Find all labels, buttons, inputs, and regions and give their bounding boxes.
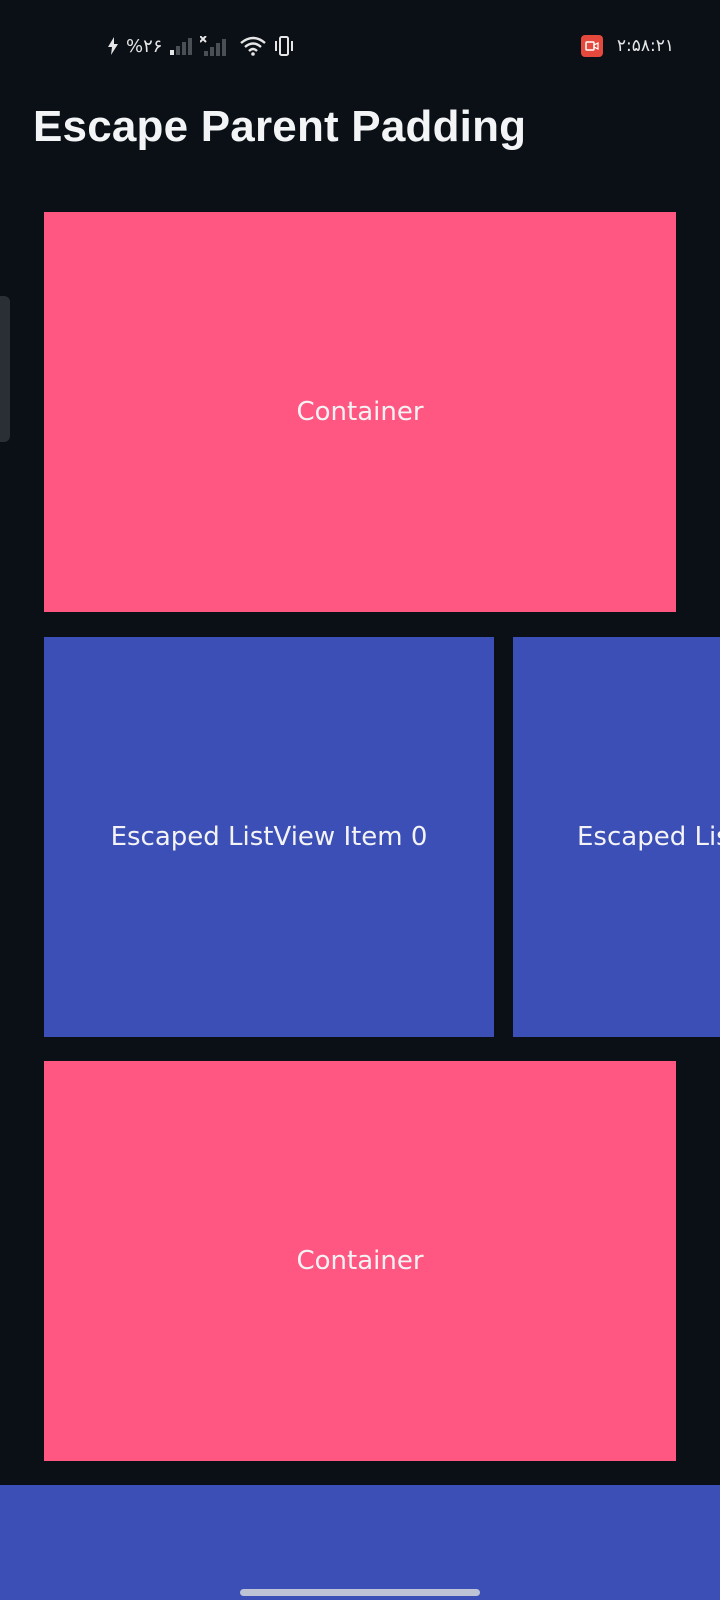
vibrate-icon — [274, 36, 294, 56]
container-top-label: Container — [296, 397, 424, 427]
list-item-0-label: Escaped ListView Item 0 — [110, 822, 428, 852]
signal-no-service-icon — [200, 36, 227, 56]
edge-panel-handle[interactable] — [0, 296, 10, 442]
charging-icon — [108, 37, 118, 55]
wifi-icon — [240, 36, 267, 56]
container-bottom-label: Container — [296, 1246, 424, 1276]
container-top: Container — [44, 212, 676, 612]
app-screen: %۲۶ ۲:۵۸:۲۱ Escape Parent Padding Contai… — [0, 0, 720, 1600]
screen-record-icon[interactable] — [580, 35, 603, 57]
page-title: Escape Parent Padding — [33, 102, 527, 151]
next-list-row[interactable] — [0, 1485, 720, 1600]
status-time: ۲:۵۸:۲۱ — [616, 36, 674, 56]
status-bar: %۲۶ ۲:۵۸:۲۱ — [0, 0, 720, 92]
status-left: %۲۶ — [108, 34, 294, 58]
list-item-0[interactable]: Escaped ListView Item 0 — [44, 637, 494, 1037]
container-bottom: Container — [44, 1061, 676, 1461]
list-item-1-label: Escaped ListView Item 1 — [577, 822, 720, 852]
status-right: ۲:۵۸:۲۱ — [580, 34, 674, 58]
list-item-1[interactable]: Escaped ListView Item 1 — [513, 637, 720, 1037]
battery-percent: %۲۶ — [126, 35, 163, 57]
signal-icon — [170, 37, 193, 55]
navigation-handle[interactable] — [240, 1589, 480, 1596]
